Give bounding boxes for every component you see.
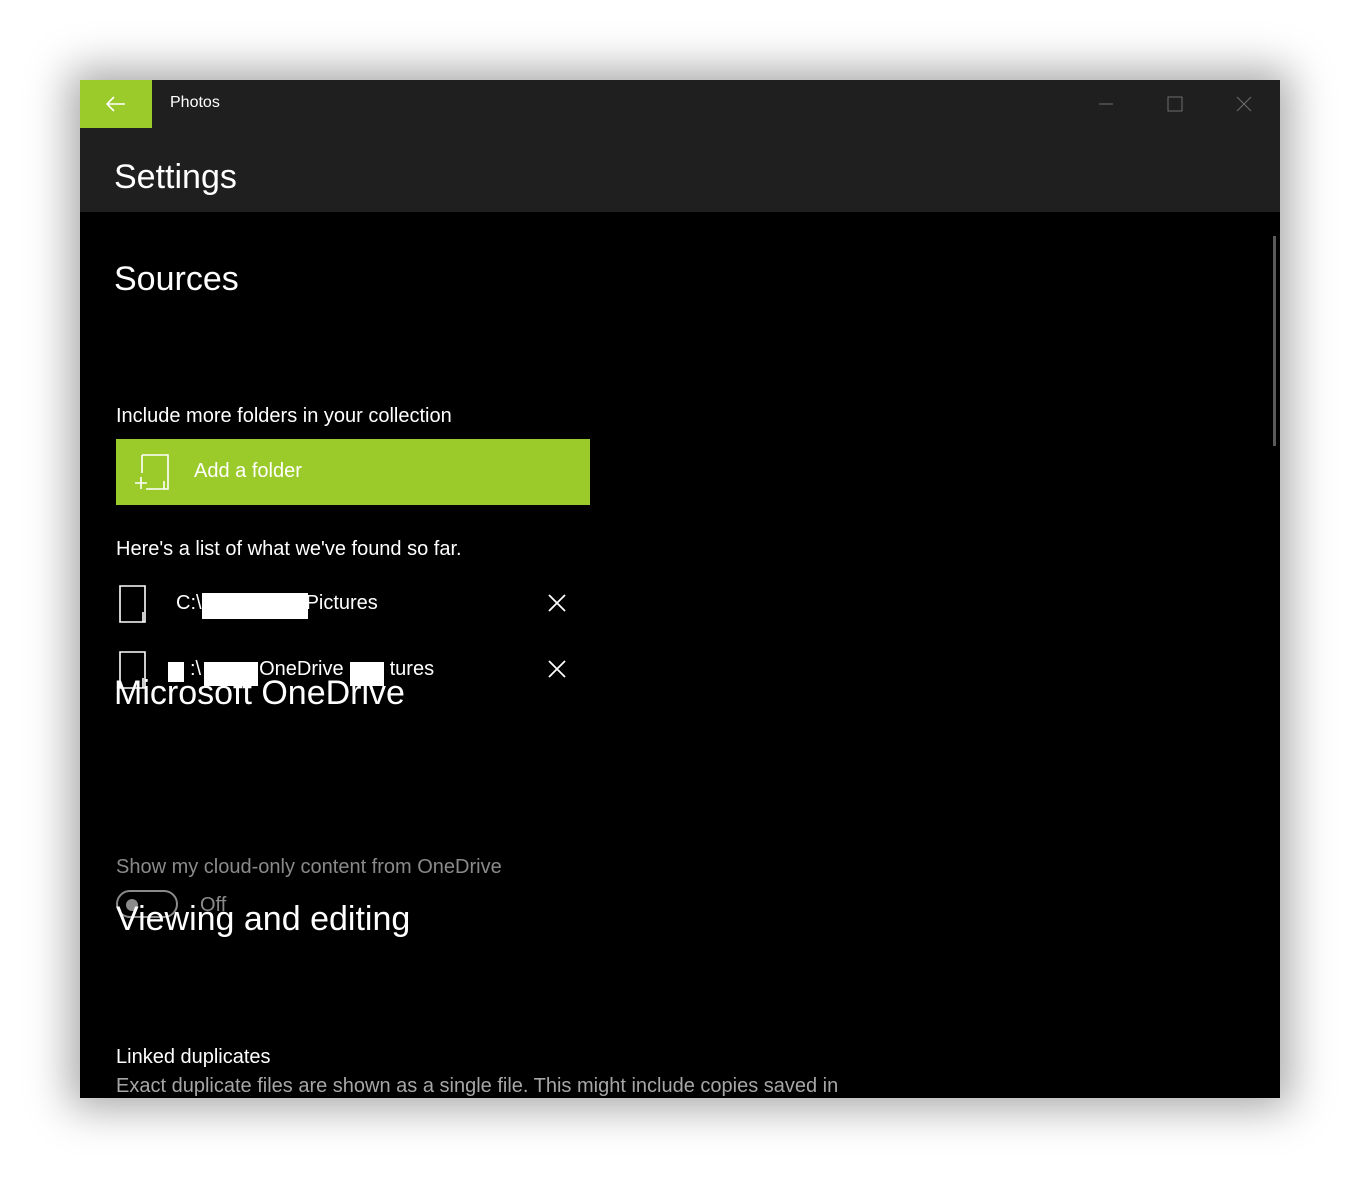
minimize-icon — [1099, 103, 1113, 105]
app-title: Photos — [170, 94, 220, 111]
add-folder-label: Add a folder — [194, 460, 302, 482]
page-header: Settings — [80, 128, 1280, 212]
back-button[interactable] — [80, 80, 152, 128]
close-button[interactable] — [1210, 80, 1278, 128]
cloud-content-label: Show my cloud-only content from OneDrive — [116, 856, 502, 878]
add-folder-button[interactable]: Add a folder — [116, 439, 590, 505]
folder-icon — [119, 585, 146, 623]
scrollbar[interactable] — [1273, 236, 1276, 446]
viewing-editing-heading: Viewing and editing — [116, 900, 411, 938]
maximize-button[interactable] — [1141, 80, 1209, 128]
folder-path-end: Pictures — [305, 592, 378, 614]
linked-duplicates-description: Exact duplicate files are shown as a sin… — [116, 1075, 839, 1097]
photos-settings-window: Photos Settings Sources Include more fol… — [80, 80, 1280, 1098]
onedrive-heading: Microsoft OneDrive — [114, 674, 405, 712]
found-folders-label: Here's a list of what we've found so far… — [116, 538, 462, 560]
minimize-button[interactable] — [1072, 80, 1140, 128]
back-arrow-icon — [106, 96, 125, 112]
close-icon — [1236, 96, 1252, 112]
linked-duplicates-title: Linked duplicates — [116, 1046, 271, 1068]
page-title: Settings — [114, 158, 237, 196]
remove-folder-icon[interactable] — [546, 592, 568, 614]
redaction-box — [202, 593, 308, 619]
title-bar: Photos — [80, 80, 1280, 128]
include-folders-label: Include more folders in your collection — [116, 405, 452, 427]
maximize-icon — [1167, 96, 1183, 112]
remove-folder-icon[interactable] — [546, 658, 568, 680]
folder-item: C:\ Pictures — [116, 582, 576, 626]
add-folder-icon — [135, 454, 169, 490]
sources-heading: Sources — [114, 260, 239, 298]
folder-path-start: C:\ — [176, 592, 202, 614]
